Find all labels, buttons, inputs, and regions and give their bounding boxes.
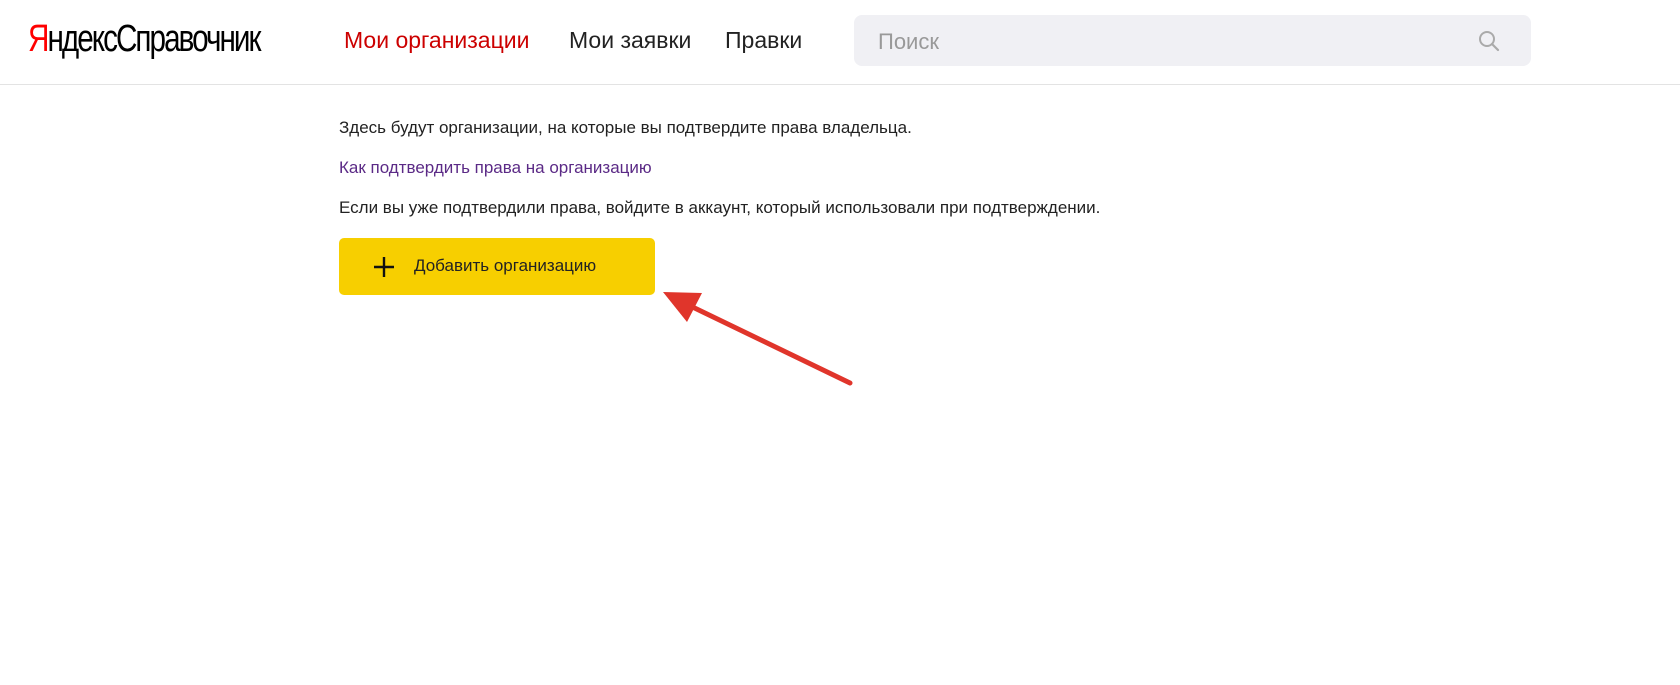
header: ЯндексСправочник Мои организации Мои зая… [0, 0, 1680, 85]
add-organization-button[interactable]: Добавить организацию [339, 238, 655, 295]
nav-my-organizations[interactable]: Мои организации [344, 27, 529, 54]
search-icon[interactable] [1477, 29, 1501, 58]
nav-edits[interactable]: Правки [725, 27, 802, 54]
logo-product: Справочник [115, 18, 261, 60]
plus-icon [373, 256, 395, 281]
hint-text: Если вы уже подтвердили права, войдите в… [339, 198, 1101, 217]
search-input[interactable] [876, 15, 1460, 68]
info-text: Здесь будут организации, на которые вы п… [339, 118, 912, 137]
add-organization-label: Добавить организацию [414, 256, 597, 275]
search-box [854, 15, 1531, 68]
logo-yandex: Яндекс [28, 18, 118, 60]
nav-my-requests[interactable]: Мои заявки [569, 27, 691, 54]
help-link[interactable]: Как подтвердить права на организацию [339, 158, 652, 178]
logo[interactable]: ЯндексСправочник [28, 18, 261, 61]
annotation-arrow-icon [663, 292, 853, 386]
